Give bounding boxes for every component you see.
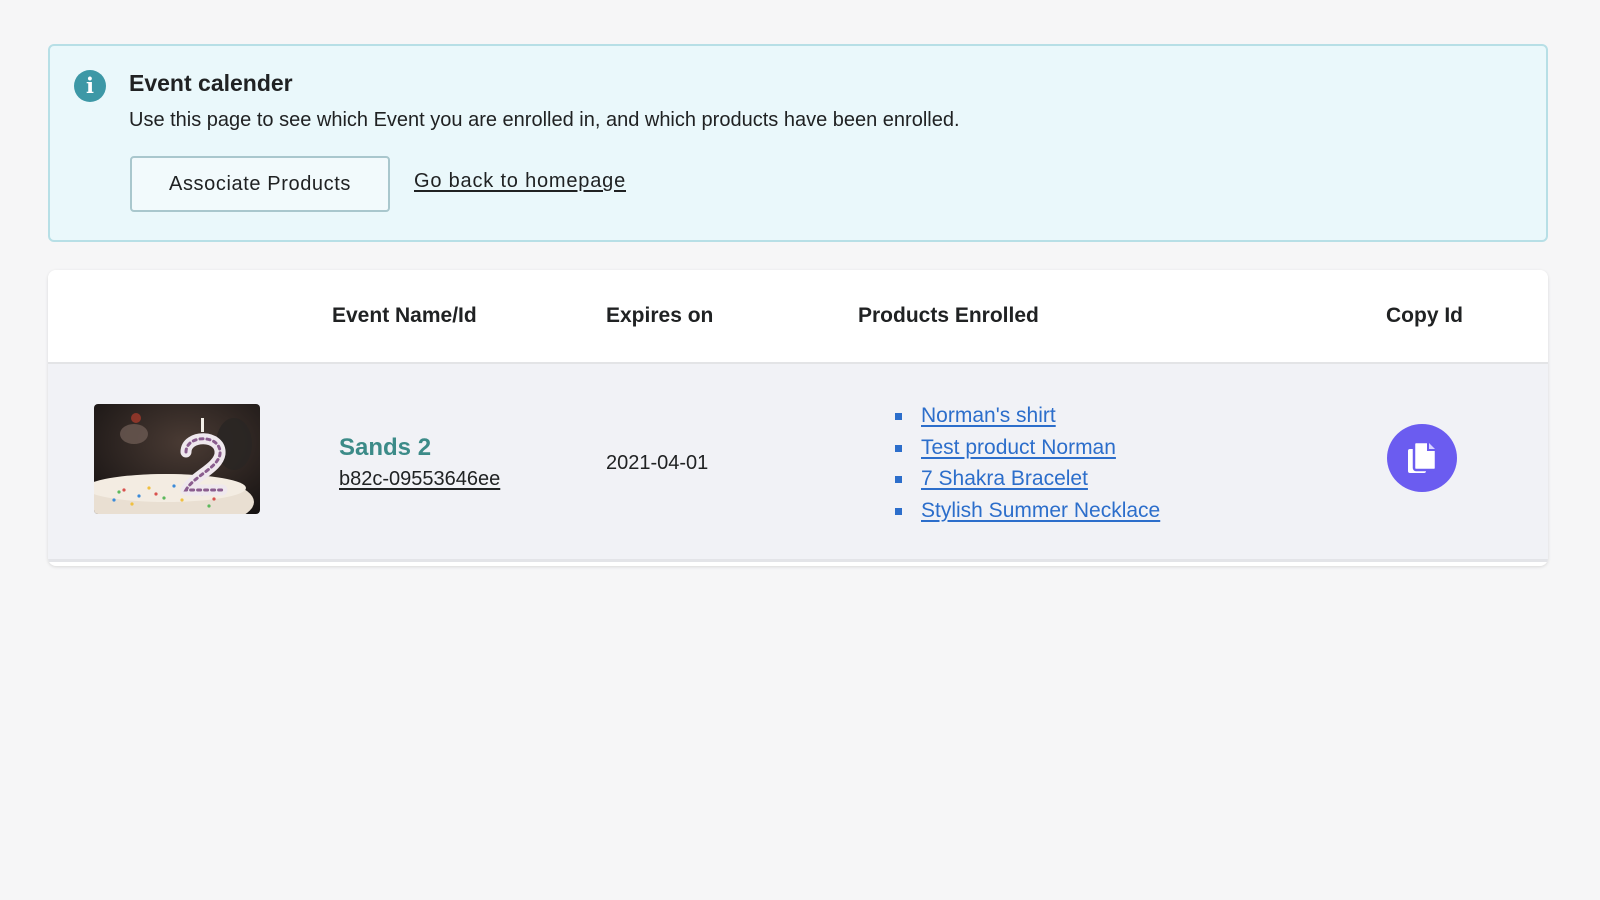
associate-products-button[interactable]: Associate Products [130,156,390,212]
list-item: 7 Shakra Bracelet [895,463,1160,495]
banner-title: Event calender [129,70,293,96]
bullet-icon [895,413,902,420]
product-link[interactable]: 7 Shakra Bracelet [921,467,1088,490]
list-item: Norman's shirt [895,400,1160,432]
event-thumbnail [94,404,260,514]
copy-icon [1408,440,1438,473]
list-item: Test product Norman [895,432,1160,464]
table-header: Event Name/Id Expires on Products Enroll… [48,270,1548,364]
products-enrolled-list: Norman's shirt Test product Norman 7 Sha… [895,400,1160,526]
events-table: Event Name/Id Expires on Products Enroll… [48,270,1548,566]
product-link[interactable]: Test product Norman [921,436,1116,459]
header-expires-on: Expires on [606,304,714,327]
table-row: Sands 2 b82c-09553646ee 2021-04-01 Norma… [48,364,1548,562]
bullet-icon [895,444,902,452]
info-icon: i [74,70,106,102]
expires-on-value: 2021-04-01 [606,452,709,474]
list-item: Stylish Summer Necklace [895,495,1160,527]
bullet-icon [895,476,902,483]
header-event-name-id: Event Name/Id [332,304,477,327]
header-products-enrolled: Products Enrolled [858,304,1039,327]
event-id-link[interactable]: b82c-09553646ee [339,468,500,491]
go-back-homepage-link[interactable]: Go back to homepage [414,170,626,193]
copy-id-button[interactable] [1387,424,1457,492]
banner-description: Use this page to see which Event you are… [129,109,960,131]
product-link[interactable]: Stylish Summer Necklace [921,499,1160,522]
bullet-icon [895,507,902,515]
product-link[interactable]: Norman's shirt [921,404,1056,427]
event-name: Sands 2 [339,434,432,461]
header-copy-id: Copy Id [1386,304,1463,327]
info-banner: i Event calender Use this page to see wh… [48,44,1548,242]
